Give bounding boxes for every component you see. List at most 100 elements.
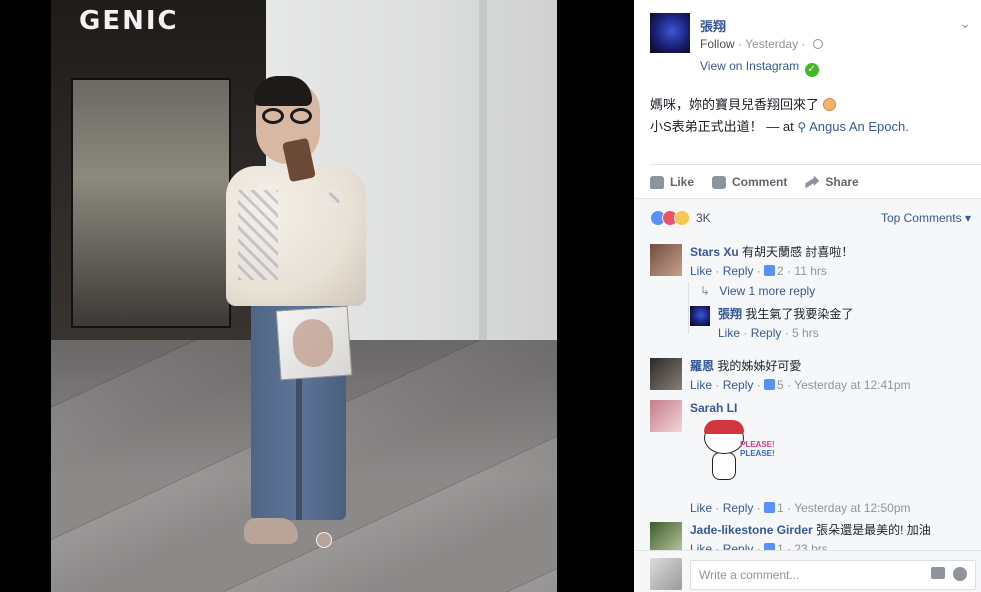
view-more-replies[interactable]: ↳ View 1 more reply: [700, 284, 973, 300]
comment: Jade-likestone Girder 張朵還是最美的! 加油 Like ·…: [650, 522, 973, 550]
comment-time[interactable]: 11 hrs: [794, 264, 826, 278]
reply-text: 我生氣了我要染金了: [745, 307, 854, 321]
comment-body: Sarah LI: [690, 400, 973, 416]
follow-link[interactable]: Follow: [700, 37, 735, 51]
camera-icon[interactable]: [931, 567, 945, 579]
comment-text: 張朵還是最美的! 加油: [816, 523, 931, 537]
share-label: Share: [825, 175, 859, 189]
view-more-replies-link[interactable]: View 1 more reply: [719, 284, 815, 298]
like-count-icon: [764, 502, 776, 513]
reactions[interactable]: 3K: [650, 210, 711, 226]
sticker-text: PLEASE! PLEASE!: [740, 440, 775, 458]
sticker-bandana: [704, 420, 744, 434]
commenter-name[interactable]: 羅恩: [690, 359, 714, 373]
comment-like-count[interactable]: 5: [777, 378, 784, 392]
location-link[interactable]: Angus An Epoch.: [809, 119, 909, 134]
comment-like-count[interactable]: 1: [777, 542, 784, 550]
post-text-line-1: 媽咪，妳的寶貝兒香翔回來了: [650, 94, 969, 116]
comment-button[interactable]: Comment: [712, 175, 787, 189]
comment-line: 羅恩 我的姊姊好可愛: [690, 358, 973, 374]
post-actions: Like Comment Share: [650, 170, 981, 194]
comment-reply-link[interactable]: Reply: [723, 501, 754, 515]
comment-time[interactable]: Yesterday at 12:41pm: [794, 378, 910, 392]
reply-arrow-icon: ↳: [700, 284, 711, 298]
replier-avatar[interactable]: [690, 306, 710, 326]
like-count-icon: [764, 543, 776, 550]
reply-line: 張翔 我生氣了我要染金了: [718, 306, 973, 322]
reply: 張翔 我生氣了我要染金了 Like · Reply · 5 hrs: [690, 306, 973, 340]
comment-reply-link[interactable]: Reply: [723, 264, 754, 278]
photo-viewer: GENIC: [0, 0, 634, 592]
commenter-avatar[interactable]: [650, 400, 682, 432]
author-name[interactable]: 張翔: [700, 16, 726, 35]
commenter-avatar[interactable]: [650, 244, 682, 276]
replier-name[interactable]: 張翔: [718, 307, 742, 321]
comment-like-link[interactable]: Like: [690, 542, 712, 550]
post-time[interactable]: Yesterday: [745, 37, 798, 51]
comment-text: 我的姊姊好可愛: [717, 359, 802, 373]
share-icon: [805, 175, 820, 189]
smiley-emoji-icon: [822, 98, 836, 111]
comment-input-placeholder: Write a comment...: [699, 568, 800, 582]
comment-line: Sarah LI: [690, 400, 973, 416]
share-button[interactable]: Share: [805, 175, 859, 189]
comment-like-link[interactable]: Like: [690, 501, 712, 515]
store-window: [71, 78, 231, 328]
emoji-icon[interactable]: [953, 567, 967, 581]
reply-time[interactable]: 5 hrs: [792, 326, 819, 340]
like-button[interactable]: Like: [650, 175, 694, 189]
comment-actions: Like · Reply · 1 · 23 hrs: [690, 541, 973, 550]
divider: [650, 164, 981, 165]
chevron-down-icon[interactable]: ⌄: [959, 15, 971, 32]
reply-like-link[interactable]: Like: [718, 326, 740, 340]
commenter-name[interactable]: Sarah LI: [690, 401, 737, 415]
view-on-instagram-link[interactable]: View on Instagram: [700, 59, 799, 73]
store-sign: GENIC: [79, 6, 179, 36]
commenter-name[interactable]: Jade-likestone Girder: [690, 523, 813, 537]
sticker-text-2: PLEASE!: [740, 449, 775, 458]
post-photo[interactable]: GENIC: [51, 0, 557, 592]
comment-time[interactable]: 23 hrs: [794, 542, 827, 550]
comment: Sarah LI PLEASE! PLEASE! Like · Reply · …: [650, 400, 973, 516]
comment-like-count[interactable]: 1: [777, 501, 784, 515]
commenter-avatar[interactable]: [650, 358, 682, 390]
post-text: 媽咪，妳的寶貝兒香翔回來了 小S表弟正式出道！ — at ⚲ Angus An …: [650, 94, 969, 138]
comments-list: Stars Xu 有胡天蘭感 討喜啦！ Like · Reply · 2 · 1…: [634, 236, 981, 550]
thumbs-up-icon: [650, 175, 664, 189]
like-count-icon: [764, 265, 776, 276]
current-user-avatar[interactable]: [650, 558, 682, 590]
instagram-link-row: View on Instagram ✓: [700, 59, 819, 77]
reaction-bar: 3K Top Comments ▾: [634, 198, 981, 236]
person: [216, 70, 416, 590]
left-shoe: [244, 518, 298, 544]
top-comments-dropdown[interactable]: Top Comments ▾: [881, 211, 971, 225]
comment-reply-link[interactable]: Reply: [723, 542, 754, 550]
comment-label: Comment: [732, 175, 788, 189]
post-panel: 張翔 Follow · Yesterday · View on Instagra…: [634, 0, 981, 592]
commenter-name[interactable]: Stars Xu: [690, 245, 739, 259]
post-text-2: 小S表弟正式出道！: [650, 119, 763, 134]
at-prefix: — at: [766, 119, 794, 134]
right-shoe: [316, 532, 332, 548]
check-icon: ✓: [804, 63, 819, 77]
comment-like-link[interactable]: Like: [690, 378, 712, 392]
comment-body: Stars Xu 有胡天蘭感 討喜啦！ Like · Reply · 2 · 1…: [690, 244, 973, 279]
comment-composer: Write a comment...: [634, 550, 981, 592]
please-sticker[interactable]: PLEASE! PLEASE!: [694, 418, 775, 488]
sticker-text-1: PLEASE!: [740, 440, 775, 449]
author-avatar[interactable]: [650, 13, 690, 53]
commenter-avatar[interactable]: [650, 522, 682, 550]
comment-like-count[interactable]: 2: [777, 264, 784, 278]
reply-reply-link[interactable]: Reply: [751, 326, 782, 340]
comment-time[interactable]: Yesterday at 12:50pm: [794, 501, 910, 515]
comment: Stars Xu 有胡天蘭感 討喜啦！ Like · Reply · 2 · 1…: [650, 244, 973, 278]
meta-sep-2: ·: [801, 37, 809, 51]
comment-like-link[interactable]: Like: [690, 264, 712, 278]
comment-line: Jade-likestone Girder 張朵還是最美的! 加油: [690, 522, 973, 538]
post-text-line-2: 小S表弟正式出道！ — at ⚲ Angus An Epoch.: [650, 116, 969, 138]
comment-actions: Like · Reply · 2 · 11 hrs: [690, 264, 827, 278]
comment-reply-link[interactable]: Reply: [723, 378, 754, 392]
reactions-count[interactable]: 3K: [696, 211, 711, 225]
comment: 羅恩 我的姊姊好可愛 Like · Reply · 5 · Yesterday …: [650, 358, 973, 392]
caret-down-icon: ▾: [961, 211, 971, 225]
